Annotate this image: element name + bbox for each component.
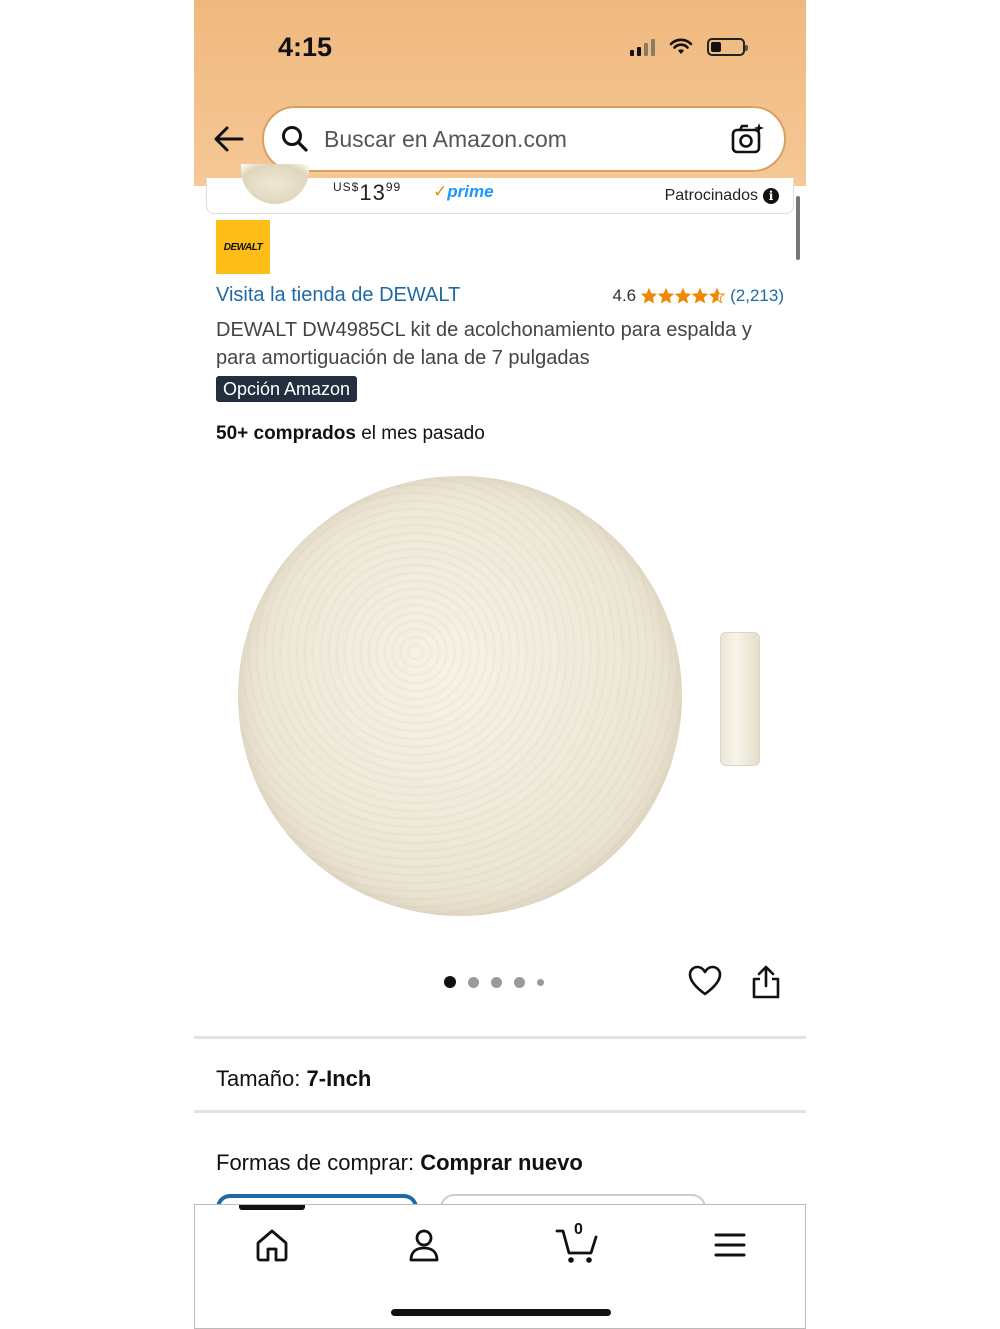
status-time: 4:15	[278, 32, 333, 62]
buying-value: Comprar nuevo	[420, 1150, 583, 1175]
star-icon	[675, 288, 692, 304]
sponsored-text: Patrocinados	[664, 187, 758, 204]
nav-cart[interactable]: 0	[555, 1221, 599, 1267]
carousel-dot[interactable]	[491, 976, 502, 988]
prime-check-icon: ✓	[433, 182, 448, 201]
product-title: DEWALT DW4985CL kit de acolchonamiento p…	[216, 319, 752, 369]
divider	[194, 1036, 806, 1039]
star-icon	[641, 288, 658, 304]
wifi-icon	[669, 38, 693, 54]
home-indicator	[391, 1309, 611, 1316]
prime-label: prime	[447, 182, 494, 201]
rating-value: 4.6	[612, 286, 637, 305]
carousel-dot[interactable]	[514, 976, 525, 988]
info-icon[interactable]: i	[763, 188, 779, 204]
cart-count: 0	[574, 1221, 583, 1238]
battery-icon	[707, 38, 748, 56]
user-icon	[409, 1229, 439, 1262]
bottom-navigation: 0	[194, 1204, 806, 1329]
bought-count: 50+ comprados el mes pasado	[216, 423, 485, 445]
heart-icon[interactable]	[688, 964, 722, 998]
phone-screen: 4:15 Buscar en Amazon.com US$1399 ✓prime…	[194, 0, 806, 1329]
sponsored-ad-strip[interactable]: US$1399 ✓prime Patrocinados i	[206, 164, 794, 214]
nav-active-indicator	[239, 1205, 305, 1210]
menu-icon	[714, 1233, 746, 1257]
carousel-dot[interactable]	[444, 976, 456, 988]
sponsored-product-thumbnail[interactable]	[241, 164, 309, 204]
cellular-signal-icon	[630, 38, 655, 56]
size-value: 7-Inch	[306, 1066, 372, 1091]
carousel-dot[interactable]	[537, 978, 544, 986]
rating-count[interactable]: (2,213)	[730, 286, 784, 306]
carousel-dot[interactable]	[468, 976, 479, 988]
price-fraction: 99	[385, 180, 402, 194]
brand-logo[interactable]: DEWALT	[216, 220, 270, 274]
buying-label: Formas de comprar:	[216, 1150, 415, 1175]
home-icon	[256, 1229, 288, 1262]
bought-strong: 50+ comprados	[216, 423, 356, 444]
rating-stars	[641, 288, 726, 304]
divider	[194, 1110, 806, 1113]
star-icon	[692, 288, 709, 304]
scrollbar[interactable]	[796, 196, 800, 260]
buying-options: Formas de comprar: Comprar nuevo	[216, 1150, 583, 1176]
amazon-choice-badge: Opción Amazon	[216, 376, 358, 402]
header: 4:15 Buscar en Amazon.com	[194, 0, 806, 186]
bought-rest: el mes pasado	[355, 423, 485, 444]
store-link[interactable]: Visita la tienda de DEWALT	[216, 284, 460, 307]
camera-search-icon[interactable]	[730, 121, 766, 157]
image-carousel-dots[interactable]	[444, 976, 544, 988]
search-input[interactable]: Buscar en Amazon.com	[324, 126, 730, 153]
search-icon	[282, 126, 308, 152]
nav-menu[interactable]	[708, 1223, 752, 1267]
nav-home[interactable]	[250, 1223, 294, 1267]
price-currency: US$	[333, 180, 360, 194]
back-arrow-icon[interactable]	[212, 122, 246, 156]
star-icon	[709, 288, 726, 304]
nav-account[interactable]	[402, 1223, 446, 1267]
price-whole: 13	[359, 180, 386, 205]
brand-logo-text: DEWALT	[223, 241, 263, 253]
size-label: Tamaño:	[216, 1066, 301, 1091]
star-icon	[658, 288, 675, 304]
product-image-foam-roller[interactable]	[720, 632, 760, 766]
product-image-wool-pad[interactable]	[238, 476, 682, 916]
prime-badge: ✓prime	[433, 182, 494, 202]
product-rating[interactable]: 4.6 (2,213)	[612, 286, 784, 306]
status-icons	[630, 38, 748, 56]
share-icon[interactable]	[750, 964, 782, 1000]
sponsored-label[interactable]: Patrocinados i	[665, 187, 779, 205]
search-bar[interactable]: Buscar en Amazon.com	[262, 106, 786, 172]
sponsored-price: US$1399	[333, 180, 401, 206]
size-selector[interactable]: Tamaño: 7-Inch	[216, 1066, 371, 1092]
